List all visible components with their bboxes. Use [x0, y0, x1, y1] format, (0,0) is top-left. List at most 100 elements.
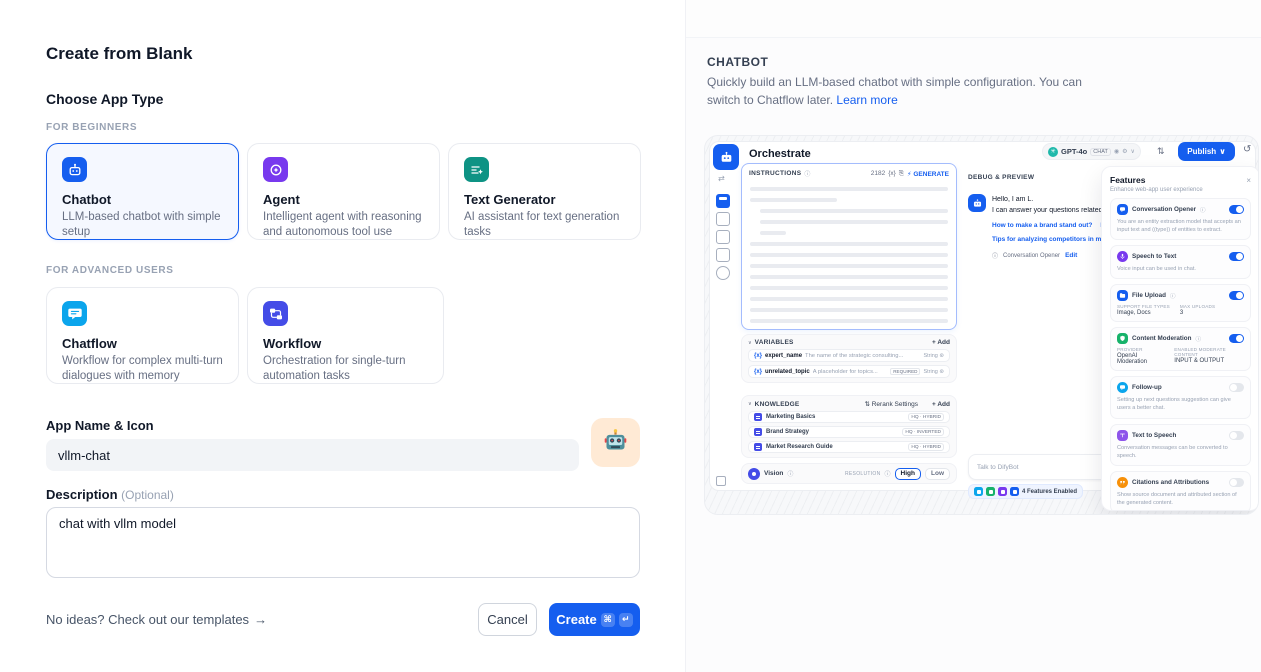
advanced-section-label: FOR ADVANCED USERS — [46, 265, 173, 276]
variable-icon: {x} — [754, 369, 762, 375]
bot-avatar-icon — [968, 194, 986, 212]
suggested-question: How to make a brand stand out? — [992, 222, 1092, 229]
create-form: Create from Blank Choose App Type FOR BE… — [0, 0, 685, 672]
vision-label: Vision — [764, 470, 783, 477]
create-button[interactable]: Create ⌘ ↵ — [549, 603, 640, 636]
chevron-down-icon: ∨ — [748, 340, 752, 346]
app-type-card-workflow[interactable]: Workflow Orchestration for single-turn a… — [247, 287, 444, 384]
dataset-icon — [754, 428, 762, 436]
speech-mini-icon — [998, 487, 1007, 496]
app-name-label: App Name & Icon — [46, 418, 154, 433]
info-icon: ⓘ — [787, 469, 793, 478]
app-type-name: Agent — [263, 192, 424, 207]
cancel-button[interactable]: Cancel — [478, 603, 537, 636]
app-type-name: Chatbot — [62, 192, 223, 207]
feature-detail-value: INPUT & OUTPUT — [1174, 358, 1244, 364]
feature-toggle — [1229, 252, 1244, 261]
preview-panel: CHATBOT Quickly build an LLM-based chatb… — [685, 0, 1261, 672]
debug-preview-label: DEBUG & PREVIEW — [968, 174, 1034, 181]
dataset-icon — [754, 443, 762, 451]
dataset-tag: HQ · INVERTED — [902, 428, 944, 436]
chatbot-icon — [62, 157, 87, 182]
folder-icon — [1117, 290, 1128, 301]
model-param-icon: ◉ — [1114, 148, 1119, 155]
enter-key-icon: ↵ — [619, 613, 633, 627]
features-enabled-badge: 4 Features Enabled — [968, 484, 1083, 499]
variables-section: ∨ VARIABLES + Add {x} expert_name The na… — [741, 334, 957, 383]
features-panel: Features × Enhance web-app user experien… — [1101, 166, 1259, 511]
vision-icon — [748, 468, 760, 480]
cmd-key-icon: ⌘ — [601, 613, 615, 627]
variable-icon: {x} — [754, 353, 762, 359]
preview-app-logo-icon — [713, 144, 739, 170]
app-type-card-chatbot[interactable]: Chatbot LLM-based chatbot with simple se… — [46, 143, 239, 240]
feature-card-follow-up: Follow-up Setting up next questions sugg… — [1110, 376, 1251, 418]
orchestrate-nav-icon — [716, 194, 730, 208]
feature-desc: Conversation messages can be converted t… — [1117, 444, 1244, 460]
app-type-name: Workflow — [263, 336, 428, 351]
variable-type: String ⊛ — [923, 369, 944, 375]
create-app-modal: Create from Blank Choose App Type FOR BE… — [0, 0, 1261, 672]
variable-name: expert_name — [765, 353, 802, 359]
knowledge-row: Marketing Basics HQ · HYBRID — [748, 411, 950, 423]
app-type-name: Text Generator — [464, 192, 625, 207]
features-enabled-text: 4 Features Enabled — [1022, 489, 1077, 495]
feature-card-text-to-speech: Text to Speech Conversation messages can… — [1110, 424, 1251, 466]
chatflow-icon — [62, 301, 87, 326]
description-label: Description (Optional) — [46, 487, 174, 502]
model-selector: ✳ GPT-4o CHAT ◉ ⚙ ∨ — [1042, 143, 1141, 160]
close-icon: × — [1246, 176, 1251, 185]
feature-name: Content Moderation — [1132, 335, 1191, 342]
variable-row: {x} unrelated_topic A placeholder for to… — [748, 365, 950, 378]
choose-app-type-label: Choose App Type — [46, 91, 163, 107]
resolution-low-option: Low — [925, 468, 950, 480]
app-type-desc: Intelligent agent with reasoning and aut… — [263, 210, 424, 240]
feature-detail-value: 3 — [1180, 310, 1215, 316]
feature-toggle — [1229, 334, 1244, 343]
feature-desc: You are an entity extraction model that … — [1117, 218, 1244, 234]
description-input[interactable]: chat with vllm model — [46, 507, 640, 578]
microphone-icon — [1117, 251, 1128, 262]
preview-description: Quickly build an LLM-based chatbot with … — [707, 73, 1107, 109]
advanced-app-types: Chatflow Workflow for complex multi-turn… — [46, 287, 444, 384]
app-type-card-text-generator[interactable]: Text Generator AI assistant for text gen… — [448, 143, 641, 240]
feature-toggle — [1229, 205, 1244, 214]
feature-name: Speech to Text — [1132, 253, 1176, 260]
text-to-speech-icon — [1117, 430, 1128, 441]
variables-label: VARIABLES — [755, 339, 794, 346]
rerank-settings-button: ⇅ Rerank Settings — [864, 400, 918, 408]
feature-desc: Show source document and attributed sect… — [1117, 491, 1244, 507]
edit-link: Edit — [1065, 252, 1077, 259]
app-type-card-agent[interactable]: Agent Intelligent agent with reasoning a… — [247, 143, 440, 240]
app-type-name: Chatflow — [62, 336, 223, 351]
templates-link[interactable]: No ideas? Check out our templates → — [46, 612, 267, 627]
chevron-down-icon: ∨ — [1130, 148, 1134, 155]
resolution-high-option: High — [895, 468, 921, 480]
feature-toggle — [1229, 478, 1244, 487]
app-icon-picker[interactable] — [591, 418, 640, 467]
feature-toggle — [1229, 383, 1244, 392]
arrow-right-icon: → — [254, 612, 267, 627]
feature-detail-key: ENABLED MODERATE CONTENT — [1174, 347, 1244, 357]
feature-name: Follow-up — [1132, 384, 1162, 391]
info-icon: ⓘ — [1195, 335, 1201, 343]
app-type-desc: Orchestration for single-turn automation… — [263, 354, 428, 384]
logs-nav-icon — [716, 230, 730, 244]
shield-icon — [1117, 333, 1128, 344]
model-mode-tag: CHAT — [1090, 148, 1111, 156]
instructions-skeleton — [742, 181, 956, 323]
info-icon: ⓘ — [804, 169, 810, 178]
dataset-tag: HQ · HYBRID — [908, 413, 944, 421]
feature-name: File Upload — [1132, 292, 1166, 299]
feature-card-speech-to-text: Speech to Text Voice input can be used i… — [1110, 245, 1251, 279]
model-name: GPT-4o — [1061, 147, 1087, 156]
app-type-desc: AI assistant for text generation tasks — [464, 210, 625, 240]
feature-card-file-upload: File Upload ⓘ SUPPORT FILE TYPESImage, D… — [1110, 284, 1251, 322]
app-type-card-chatflow[interactable]: Chatflow Workflow for complex multi-turn… — [46, 287, 239, 384]
model-settings-icon: ⚙ — [1122, 148, 1127, 155]
learn-more-link[interactable]: Learn more — [836, 93, 897, 107]
variable-name: unrelated_topic — [765, 369, 810, 375]
app-name-input[interactable] — [46, 439, 579, 471]
info-icon: ⓘ — [1200, 206, 1206, 214]
dataset-name: Market Research Guide — [766, 444, 833, 450]
